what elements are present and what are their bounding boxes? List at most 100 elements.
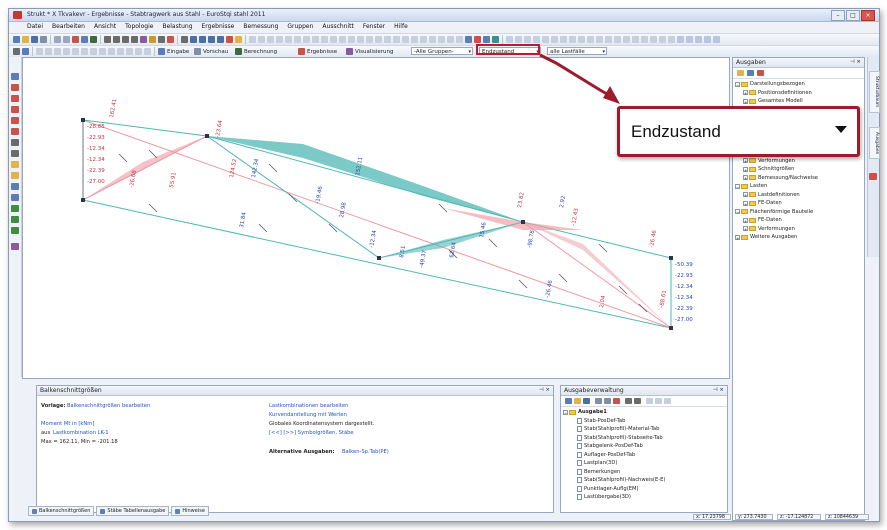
mode-m-icon[interactable] [614, 36, 621, 43]
menu-ansicht[interactable]: Ansicht [94, 22, 116, 32]
view-mode-1-icon[interactable] [677, 36, 684, 43]
beam-tool-icon[interactable] [11, 84, 19, 91]
side-tab-icon[interactable] [869, 173, 877, 180]
dimension-tool-icon[interactable] [11, 172, 19, 179]
view-mode-3-icon[interactable] [695, 36, 702, 43]
tool-g-icon[interactable] [303, 36, 310, 43]
info-icon[interactable] [235, 36, 242, 43]
edit-g-icon[interactable] [90, 48, 97, 55]
tree-item[interactable]: + FE-Daten [735, 199, 864, 208]
wand-tool-icon[interactable] [11, 243, 19, 250]
mode-k-icon[interactable] [596, 36, 603, 43]
tool-u-icon[interactable] [429, 36, 436, 43]
support-tool-icon[interactable] [11, 95, 19, 102]
mode-f-icon[interactable] [551, 36, 558, 43]
marker-icon[interactable] [226, 36, 233, 43]
node-tool-icon[interactable] [11, 73, 19, 80]
mesh-tool-icon[interactable] [11, 194, 19, 201]
visualisierung-button[interactable]: Visualisierung [346, 47, 393, 56]
select-icon[interactable] [181, 36, 188, 43]
collapse-icon[interactable]: − [563, 409, 568, 416]
load-tool-icon[interactable] [11, 106, 19, 113]
ausgabe-item[interactable]: Lastplan(3D) [563, 459, 727, 468]
undo-icon[interactable] [54, 36, 61, 43]
menu-gruppen[interactable]: Gruppen [287, 22, 313, 32]
group-select[interactable]: -Alle Gruppen- ▾ [411, 47, 473, 55]
expand-icon[interactable]: + [743, 192, 748, 198]
menu-ergebnisse[interactable]: Ergebnisse [202, 22, 235, 32]
expand-icon[interactable]: + [743, 217, 748, 224]
tool-k-icon[interactable] [339, 36, 346, 43]
tool-e-icon[interactable] [285, 36, 292, 43]
edit-m-icon[interactable] [144, 48, 151, 55]
tool-o-icon[interactable] [375, 36, 382, 43]
view-mode-4-icon[interactable] [704, 36, 711, 43]
menu-datei[interactable]: Datei [27, 22, 43, 32]
results-icon[interactable] [474, 36, 481, 43]
zoom-window-icon[interactable] [104, 36, 111, 43]
menu-belastung[interactable]: Belastung [162, 22, 192, 32]
tree-item[interactable]: + Verformungen [735, 225, 864, 234]
view-mode-5-icon[interactable] [713, 36, 720, 43]
measure-icon[interactable] [158, 36, 165, 43]
save-output-icon[interactable] [583, 398, 590, 404]
display-icon[interactable] [483, 36, 490, 43]
delete-output-icon[interactable] [613, 398, 620, 404]
tree-item[interactable]: − Lasten [735, 182, 864, 191]
section-tool-icon[interactable] [11, 139, 19, 146]
edit-i-icon[interactable] [108, 48, 115, 55]
tool-a-icon[interactable] [249, 36, 256, 43]
zoom-in-icon[interactable] [113, 36, 120, 43]
print-icon[interactable] [40, 36, 47, 43]
open-folder-icon[interactable] [22, 36, 29, 43]
view-mode-2-icon[interactable] [686, 36, 693, 43]
measure-tool-icon[interactable] [11, 161, 19, 168]
delete-icon[interactable] [72, 36, 79, 43]
render-icon[interactable] [465, 36, 472, 43]
tree-item[interactable]: + Weitere Ausgaben [735, 233, 864, 242]
tool-n-icon[interactable] [366, 36, 373, 43]
menu-hilfe[interactable]: Hilfe [394, 22, 408, 32]
export-output-icon[interactable] [634, 398, 641, 404]
green-tool-a-icon[interactable] [11, 205, 19, 212]
side-tab-strukturbaum[interactable]: Strukturbaum [869, 71, 880, 113]
tool-r-icon[interactable] [402, 36, 409, 43]
tool-t-icon[interactable] [420, 36, 427, 43]
maximize-button[interactable]: □ [846, 10, 860, 21]
mode-j-icon[interactable] [587, 36, 594, 43]
tool-h-icon[interactable] [312, 36, 319, 43]
ausgabe-item[interactable]: Auflager-PosDef-Tab [563, 451, 727, 460]
select-all-icon[interactable] [22, 48, 29, 55]
mode-c-icon[interactable] [524, 36, 531, 43]
mode-i-icon[interactable] [578, 36, 585, 43]
green-tool-c-icon[interactable] [11, 227, 19, 234]
edit-e-icon[interactable] [72, 48, 79, 55]
edit-b-icon[interactable] [45, 48, 52, 55]
edit-c-icon[interactable] [54, 48, 61, 55]
kurvendarstellung-link[interactable]: Kurvendarstellung mit Werten [269, 412, 347, 418]
spring-tool-icon[interactable] [11, 128, 19, 135]
loadcase-select[interactable]: alle Lastfälle ▾ [547, 47, 607, 55]
new-output-icon[interactable] [565, 398, 572, 404]
tool-q-icon[interactable] [393, 36, 400, 43]
view-iso-icon[interactable] [217, 36, 224, 43]
tool-i-icon[interactable] [321, 36, 328, 43]
new-file-icon[interactable] [13, 36, 20, 43]
tree-item[interactable]: + Positionsdefinitionen [735, 89, 864, 98]
move-up-icon[interactable] [646, 398, 653, 404]
move-down-icon[interactable] [655, 398, 662, 404]
surface-tool-icon[interactable] [11, 183, 19, 190]
mode-o-icon[interactable] [632, 36, 639, 43]
mode-p-icon[interactable] [641, 36, 648, 43]
tool-m-icon[interactable] [357, 36, 364, 43]
mode-s-icon[interactable] [668, 36, 675, 43]
collapse-icon[interactable]: − [735, 209, 740, 215]
expand-icon[interactable]: + [743, 175, 748, 181]
tree-item[interactable]: + Schnittgrößen [735, 165, 864, 174]
expand-icon[interactable]: + [743, 90, 748, 96]
cut-icon[interactable] [167, 36, 174, 43]
lastkombination-link[interactable]: Lastkombination LK-1 [53, 430, 109, 436]
grid-icon[interactable] [90, 36, 97, 43]
pin-icon[interactable]: ⊣ × [713, 386, 724, 395]
ausgabe-item[interactable]: Stab-PosDef-Tab [563, 417, 727, 426]
